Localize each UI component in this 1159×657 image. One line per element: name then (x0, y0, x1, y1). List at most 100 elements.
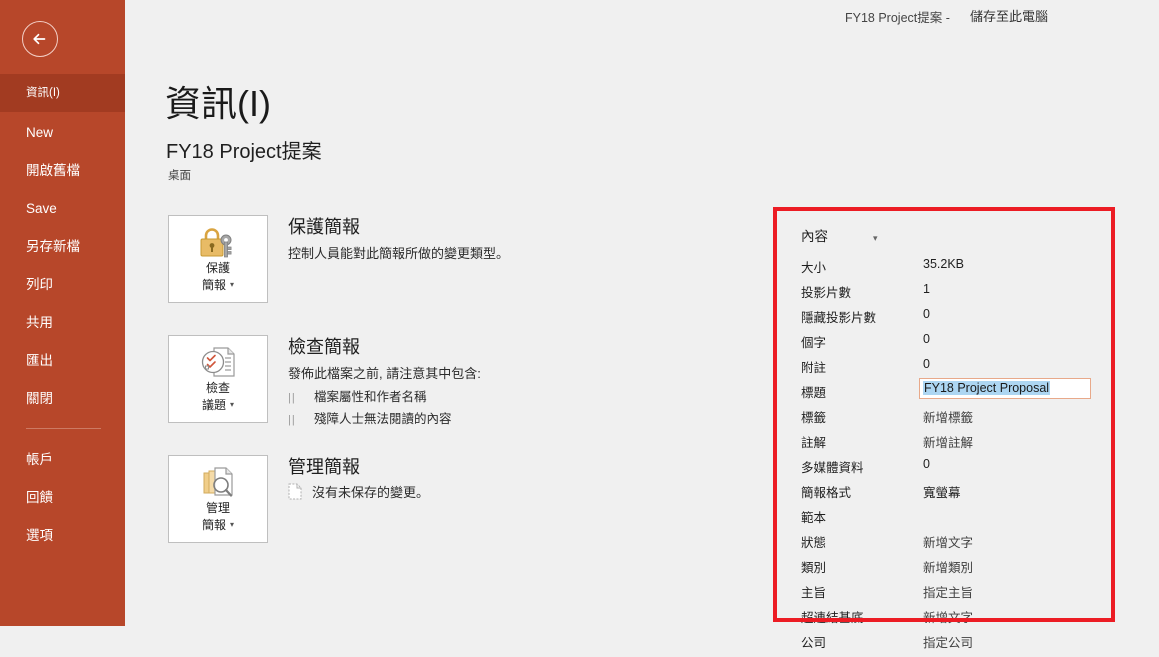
sidebar-item-label: 另存新檔 (26, 239, 80, 254)
property-value-editable[interactable]: 新增文字 (923, 607, 973, 626)
property-label: 狀態 (801, 536, 827, 550)
inspect-presentation-description: 發佈此檔案之前, 請注意其中包含: (288, 366, 481, 381)
sidebar-item-label: 資訊(I) (26, 87, 60, 99)
property-value: 0 (923, 307, 930, 321)
sidebar-divider (26, 428, 101, 429)
property-value: 1 (923, 282, 930, 296)
sidebar-item-export[interactable]: 匯出 (0, 342, 125, 380)
properties-header[interactable]: 內容 (801, 225, 828, 245)
protect-presentation-heading: 保護簡報 (288, 217, 360, 237)
title-input[interactable]: FY18 Project Proposal (919, 378, 1091, 399)
property-label: 附註 (801, 361, 827, 375)
property-label: 主旨 (801, 586, 827, 600)
property-label: 大小 (801, 261, 827, 275)
manage-presentation-heading: 管理簡報 (288, 457, 360, 477)
properties-panel: 內容 ▾ 大小 35.2KB 投影片數 1 隱藏投影片數 0 個字 0 附註 0 (773, 207, 1103, 650)
sidebar-item-label: 帳戶 (26, 452, 53, 467)
manage-status-text: 沒有未保存的變更。 (312, 485, 430, 500)
property-row-words: 個字 0 (801, 332, 1101, 357)
property-row-multimedia: 多媒體資料 0 (801, 457, 1101, 482)
sidebar-item-label: 回饋 (26, 490, 53, 505)
chevron-down-icon[interactable]: ▾ (230, 396, 234, 413)
titlebar-document-name: FY18 Project提案 - (845, 11, 950, 25)
property-row-hyperlink-base: 超連結基底 新增文字 (801, 607, 1101, 632)
manage-presentation-button[interactable]: 管理 簡報 ▾ (168, 455, 268, 543)
property-value-editable[interactable]: 指定公司 (923, 632, 973, 651)
sidebar-item-label: 共用 (26, 315, 53, 330)
property-label: 公司 (801, 636, 827, 650)
sidebar-item-save[interactable]: Save (0, 190, 125, 228)
powerpoint-backstage-info-view: 資訊(I) New 開啟舊檔 Save 另存新檔 列印 共用 匯出 關閉 帳戶 … (0, 0, 1159, 650)
sidebar-item-account[interactable]: 帳戶 (0, 441, 125, 479)
chevron-down-icon[interactable]: ▾ (873, 233, 878, 244)
chevron-down-icon[interactable]: ▾ (230, 276, 234, 293)
lock-key-icon (169, 216, 267, 260)
manage-tile-line1: 管理 (205, 501, 230, 515)
bullet-icon: || (288, 414, 296, 426)
property-row-company: 公司 指定公司 (801, 632, 1101, 657)
property-row-template: 範本 (801, 507, 1101, 532)
backstage-main-pane: 資訊(I) FY18 Project提案 桌面 保護 簡報 ▾ 保護簡報 控制人… (125, 30, 1159, 650)
sidebar-item-label: Save (26, 201, 57, 216)
sidebar-item-close[interactable]: 關閉 (0, 380, 125, 418)
sidebar-item-info[interactable]: 資訊(I) (0, 74, 125, 112)
property-label: 簡報格式 (801, 486, 852, 500)
property-value-editable[interactable]: 新增標籤 (923, 407, 973, 426)
check-for-issues-button[interactable]: 檢查 議題 ▾ (168, 335, 268, 423)
sidebar-item-label: 關閉 (26, 391, 53, 406)
sidebar-item-share[interactable]: 共用 (0, 304, 125, 342)
sidebar-item-feedback[interactable]: 回饋 (0, 479, 125, 517)
chevron-down-icon[interactable]: ▾ (230, 516, 234, 533)
inspect-tile-line2: 議題 (201, 398, 226, 412)
sidebar-item-label: 選項 (26, 528, 53, 543)
property-label: 超連結基底 (801, 611, 864, 625)
property-value: 0 (923, 332, 930, 346)
manage-tile-line2: 簡報 (201, 518, 226, 532)
protect-presentation-description: 控制人員能對此簡報所做的變更類型。 (288, 246, 510, 261)
property-row-title: 標題 FY18 Project Proposal (801, 378, 1101, 407)
property-row-slides: 投影片數 1 (801, 282, 1101, 307)
back-arrow-icon[interactable] (22, 21, 58, 57)
property-row-presentation-format: 簡報格式 寬螢幕 (801, 482, 1101, 507)
sidebar-item-save-as[interactable]: 另存新檔 (0, 228, 125, 266)
property-label: 投影片數 (801, 286, 852, 300)
property-value: 0 (923, 457, 930, 471)
property-label: 註解 (801, 436, 827, 450)
bullet-icon: || (288, 392, 296, 404)
sidebar-item-new[interactable]: New (0, 114, 125, 152)
inspect-tile-line1: 檢查 (205, 381, 230, 395)
document-path: 桌面 (168, 170, 191, 182)
sidebar-item-print[interactable]: 列印 (0, 266, 125, 304)
property-value-editable[interactable]: 指定主旨 (923, 582, 973, 601)
property-value-editable[interactable]: 新增註解 (923, 432, 973, 451)
property-value-editable[interactable]: 新增文字 (923, 532, 973, 551)
inspect-presentation-heading: 檢查簡報 (288, 337, 360, 357)
sidebar-item-options[interactable]: 選項 (0, 517, 125, 555)
inspect-issue-list: || 檔案屬性和作者名稱 || 殘障人士無法閱讀的內容 (288, 387, 452, 431)
property-value-editable[interactable]: 新增類別 (923, 557, 973, 576)
inspect-document-icon (169, 336, 267, 380)
document-name: FY18 Project提案 (166, 141, 322, 163)
property-value: 寬螢幕 (923, 486, 961, 500)
sidebar-item-label: 匯出 (26, 353, 53, 368)
property-label: 隱藏投影片數 (801, 311, 877, 325)
property-label: 標籤 (801, 411, 827, 425)
page-title: 資訊(I) (165, 83, 271, 124)
property-row-tags: 標籤 新增標籤 (801, 407, 1101, 432)
property-label: 類別 (801, 561, 827, 575)
protect-tile-line2: 簡報 (201, 278, 226, 292)
protect-tile-line1: 保護 (205, 261, 230, 275)
list-item: || 檔案屬性和作者名稱 (288, 387, 452, 409)
property-value: 35.2KB (923, 257, 965, 271)
property-row-hidden-slides: 隱藏投影片數 0 (801, 307, 1101, 332)
property-row-categories: 類別 新增類別 (801, 557, 1101, 582)
list-item: || 殘障人士無法閱讀的內容 (288, 409, 452, 431)
document-icon (288, 483, 302, 503)
property-label: 個字 (801, 336, 827, 350)
protect-presentation-button[interactable]: 保護 簡報 ▾ (168, 215, 268, 303)
backstage-sidebar: 資訊(I) New 開啟舊檔 Save 另存新檔 列印 共用 匯出 關閉 帳戶 … (0, 0, 125, 626)
property-label: 多媒體資料 (801, 461, 864, 475)
sidebar-item-open[interactable]: 開啟舊檔 (0, 152, 125, 190)
manage-presentation-status: 沒有未保存的變更。 (288, 482, 429, 503)
property-value: 0 (923, 357, 930, 371)
